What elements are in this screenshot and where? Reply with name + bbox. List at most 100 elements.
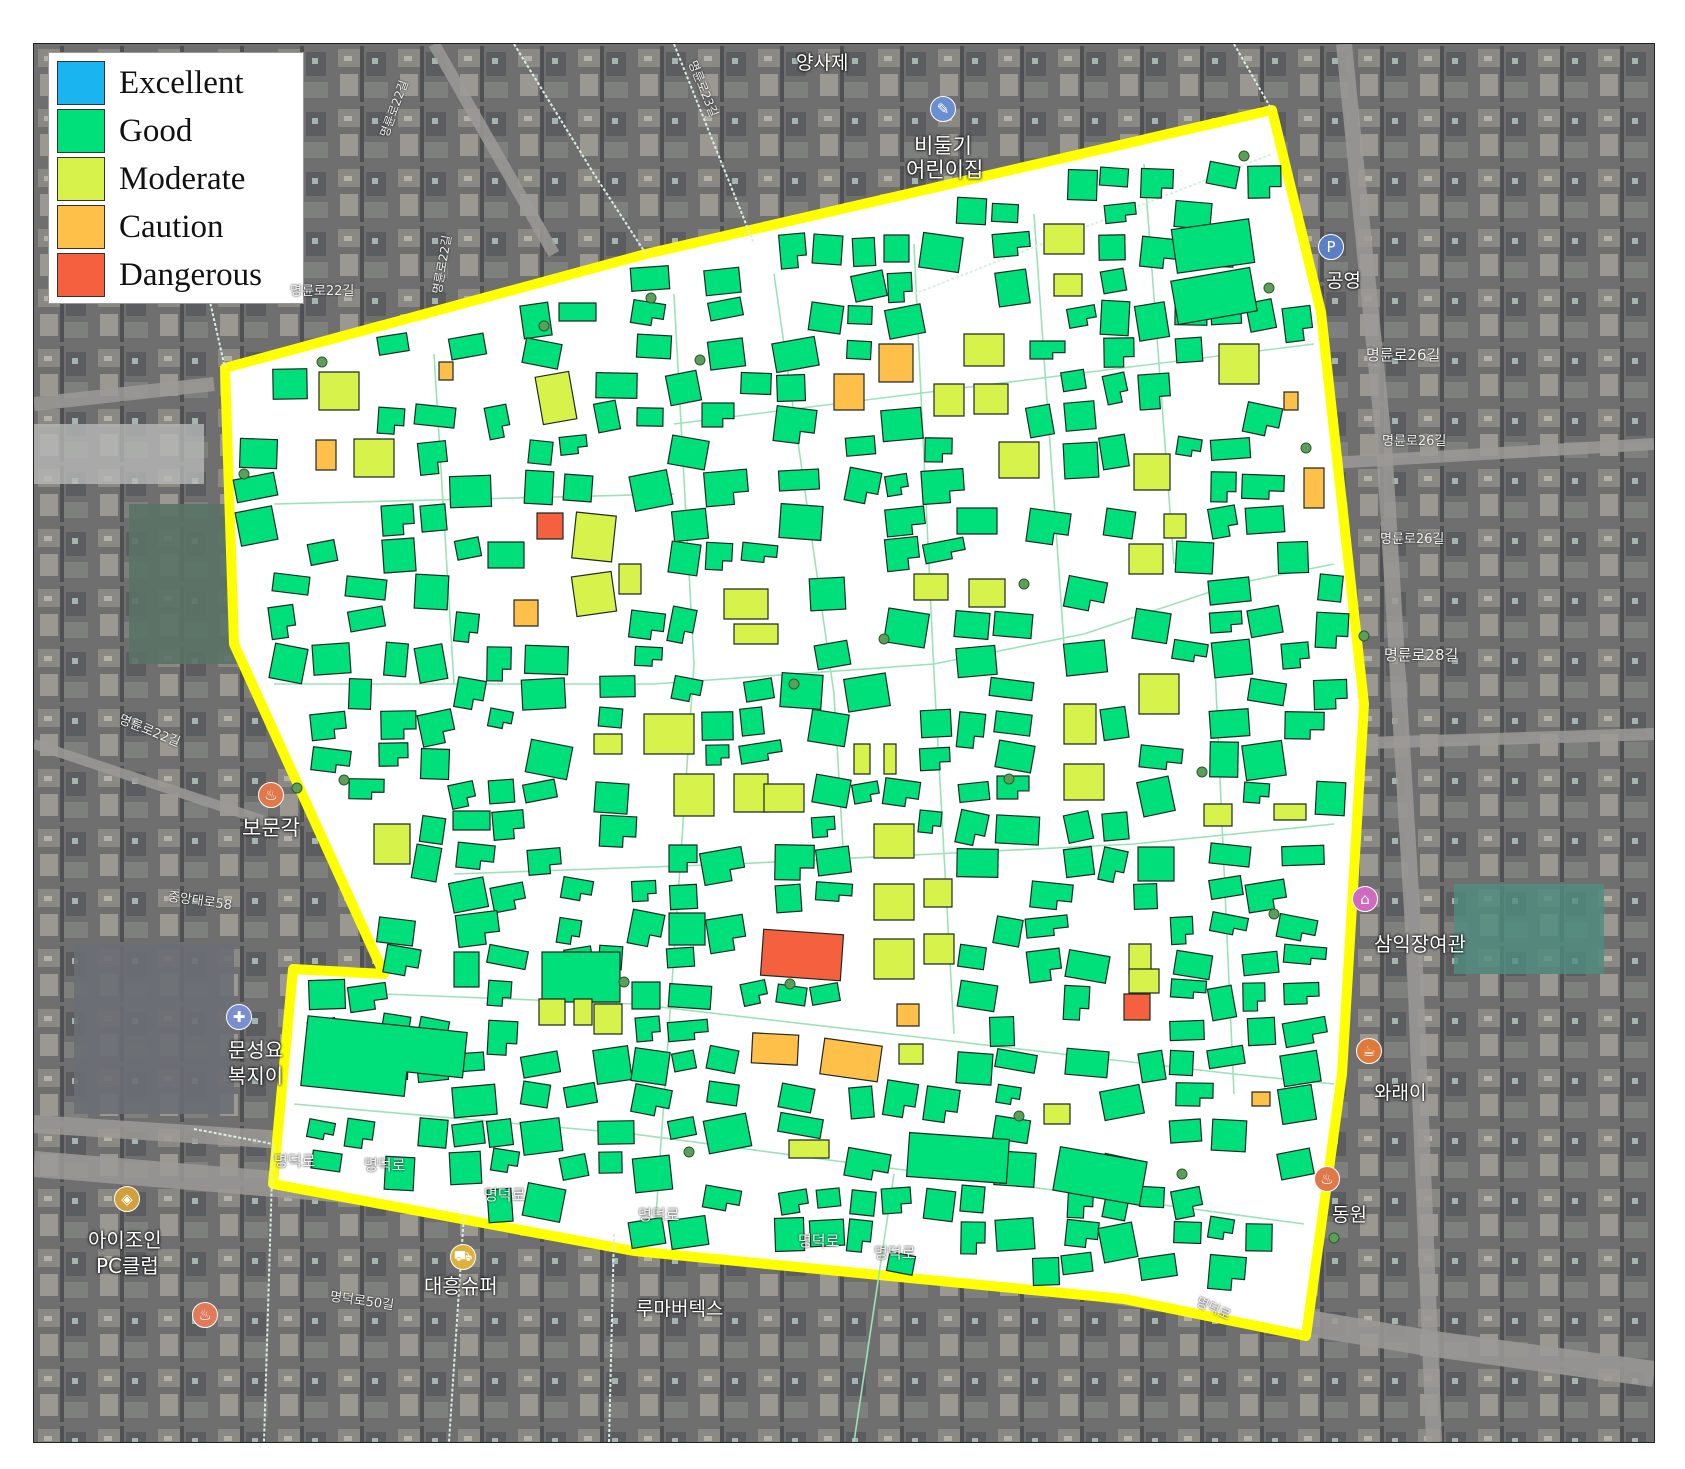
building-good[interactable] [955, 1051, 994, 1086]
building-good[interactable] [742, 677, 776, 703]
building-good[interactable] [310, 1149, 343, 1173]
building-good[interactable] [1138, 1185, 1166, 1209]
building-good[interactable] [953, 609, 991, 641]
building-good[interactable] [994, 739, 1036, 774]
building-moderate[interactable] [913, 573, 949, 601]
building-good[interactable] [306, 538, 339, 567]
building-good[interactable] [1246, 1016, 1277, 1047]
building-caution[interactable] [1251, 1091, 1271, 1107]
building-good[interactable] [667, 434, 710, 471]
building-good[interactable] [1097, 433, 1131, 471]
restaurant-icon[interactable]: ♨ [258, 782, 284, 808]
building-dangerous[interactable] [1123, 993, 1151, 1021]
building-caution[interactable] [513, 599, 539, 627]
building-good[interactable] [988, 1015, 1016, 1048]
building-good[interactable] [1317, 573, 1344, 603]
building-good[interactable] [527, 439, 554, 466]
building-good[interactable] [1209, 741, 1239, 778]
building-good[interactable] [271, 572, 311, 596]
building-moderate[interactable] [353, 438, 395, 478]
building-good[interactable] [847, 304, 873, 326]
building-good[interactable] [597, 1120, 635, 1145]
building-good[interactable] [705, 1044, 740, 1075]
building-good[interactable] [1172, 949, 1214, 981]
building-good[interactable] [519, 1080, 552, 1109]
building-moderate[interactable] [788, 1139, 830, 1159]
building-good[interactable] [1059, 368, 1088, 393]
building-good[interactable] [1137, 1049, 1167, 1084]
building-good[interactable] [807, 301, 845, 335]
building-good[interactable] [448, 1150, 483, 1186]
building-moderate[interactable] [873, 883, 915, 921]
building-good[interactable] [779, 671, 824, 711]
building-moderate[interactable] [1043, 223, 1085, 255]
building-good[interactable] [520, 677, 567, 711]
building-good[interactable] [1098, 234, 1126, 261]
building-good[interactable] [1210, 638, 1254, 679]
building-caution[interactable] [819, 1037, 883, 1083]
building-good[interactable] [955, 196, 988, 226]
building-good[interactable] [1133, 301, 1171, 342]
building-good[interactable] [272, 368, 308, 400]
building-good[interactable] [419, 503, 448, 533]
restaurant-icon[interactable]: ♨ [192, 1302, 218, 1328]
building-moderate[interactable] [618, 563, 642, 595]
building-good[interactable] [523, 469, 555, 506]
building-good[interactable] [667, 540, 702, 577]
building-moderate[interactable] [1063, 763, 1105, 801]
building-good[interactable] [738, 706, 766, 737]
building-good[interactable] [1064, 1047, 1110, 1079]
building-good[interactable] [523, 644, 570, 676]
building-good[interactable] [1031, 1256, 1061, 1287]
building-good[interactable] [848, 1085, 875, 1120]
building-good[interactable] [628, 468, 674, 513]
building-good[interactable] [519, 301, 553, 340]
building-good[interactable] [922, 1187, 957, 1223]
building-good[interactable] [665, 946, 696, 969]
building-good[interactable] [1062, 809, 1095, 845]
building-good[interactable] [1099, 299, 1131, 337]
building-good[interactable] [417, 1117, 449, 1149]
building-good[interactable] [667, 982, 713, 1011]
building-good[interactable] [1099, 705, 1130, 742]
building-good[interactable] [453, 951, 480, 988]
building-good[interactable] [882, 607, 931, 649]
building-good[interactable] [519, 1117, 564, 1156]
building-good[interactable] [1245, 1223, 1273, 1252]
building-dangerous[interactable] [536, 512, 564, 540]
school-icon[interactable]: ✎ [930, 96, 956, 122]
building-caution[interactable] [1303, 467, 1325, 509]
building-moderate[interactable] [1203, 803, 1233, 827]
building-good[interactable] [413, 403, 457, 429]
building-good[interactable] [844, 435, 877, 457]
building-good[interactable] [592, 399, 622, 434]
building-good[interactable] [451, 1120, 486, 1148]
building-caution[interactable] [833, 373, 865, 411]
building-good[interactable] [1168, 1049, 1195, 1077]
building-good[interactable] [447, 876, 490, 914]
building-good[interactable] [808, 576, 847, 612]
building-good[interactable] [635, 333, 673, 360]
building-good[interactable] [1099, 267, 1128, 295]
building-good[interactable] [883, 234, 910, 263]
building-moderate[interactable] [571, 511, 617, 563]
building-moderate[interactable] [923, 878, 953, 908]
building-good[interactable] [849, 1189, 877, 1217]
building-good[interactable] [992, 610, 1034, 640]
building-good[interactable] [880, 406, 924, 443]
medical-icon[interactable]: ✚ [226, 1004, 252, 1030]
building-moderate[interactable] [998, 441, 1040, 479]
building-good[interactable] [451, 1083, 498, 1119]
building-moderate[interactable] [593, 1003, 623, 1035]
building-good[interactable] [815, 1187, 842, 1209]
building-good[interactable] [1276, 1147, 1315, 1181]
building-good[interactable] [1241, 950, 1280, 977]
building-good[interactable] [1207, 576, 1252, 606]
building-good[interactable] [992, 915, 1024, 948]
building-good[interactable] [631, 1154, 674, 1194]
building-good[interactable] [382, 641, 410, 678]
building-good[interactable] [636, 407, 664, 427]
building-moderate[interactable] [643, 713, 695, 755]
building-good[interactable] [381, 537, 417, 574]
building-good[interactable] [630, 1047, 671, 1086]
